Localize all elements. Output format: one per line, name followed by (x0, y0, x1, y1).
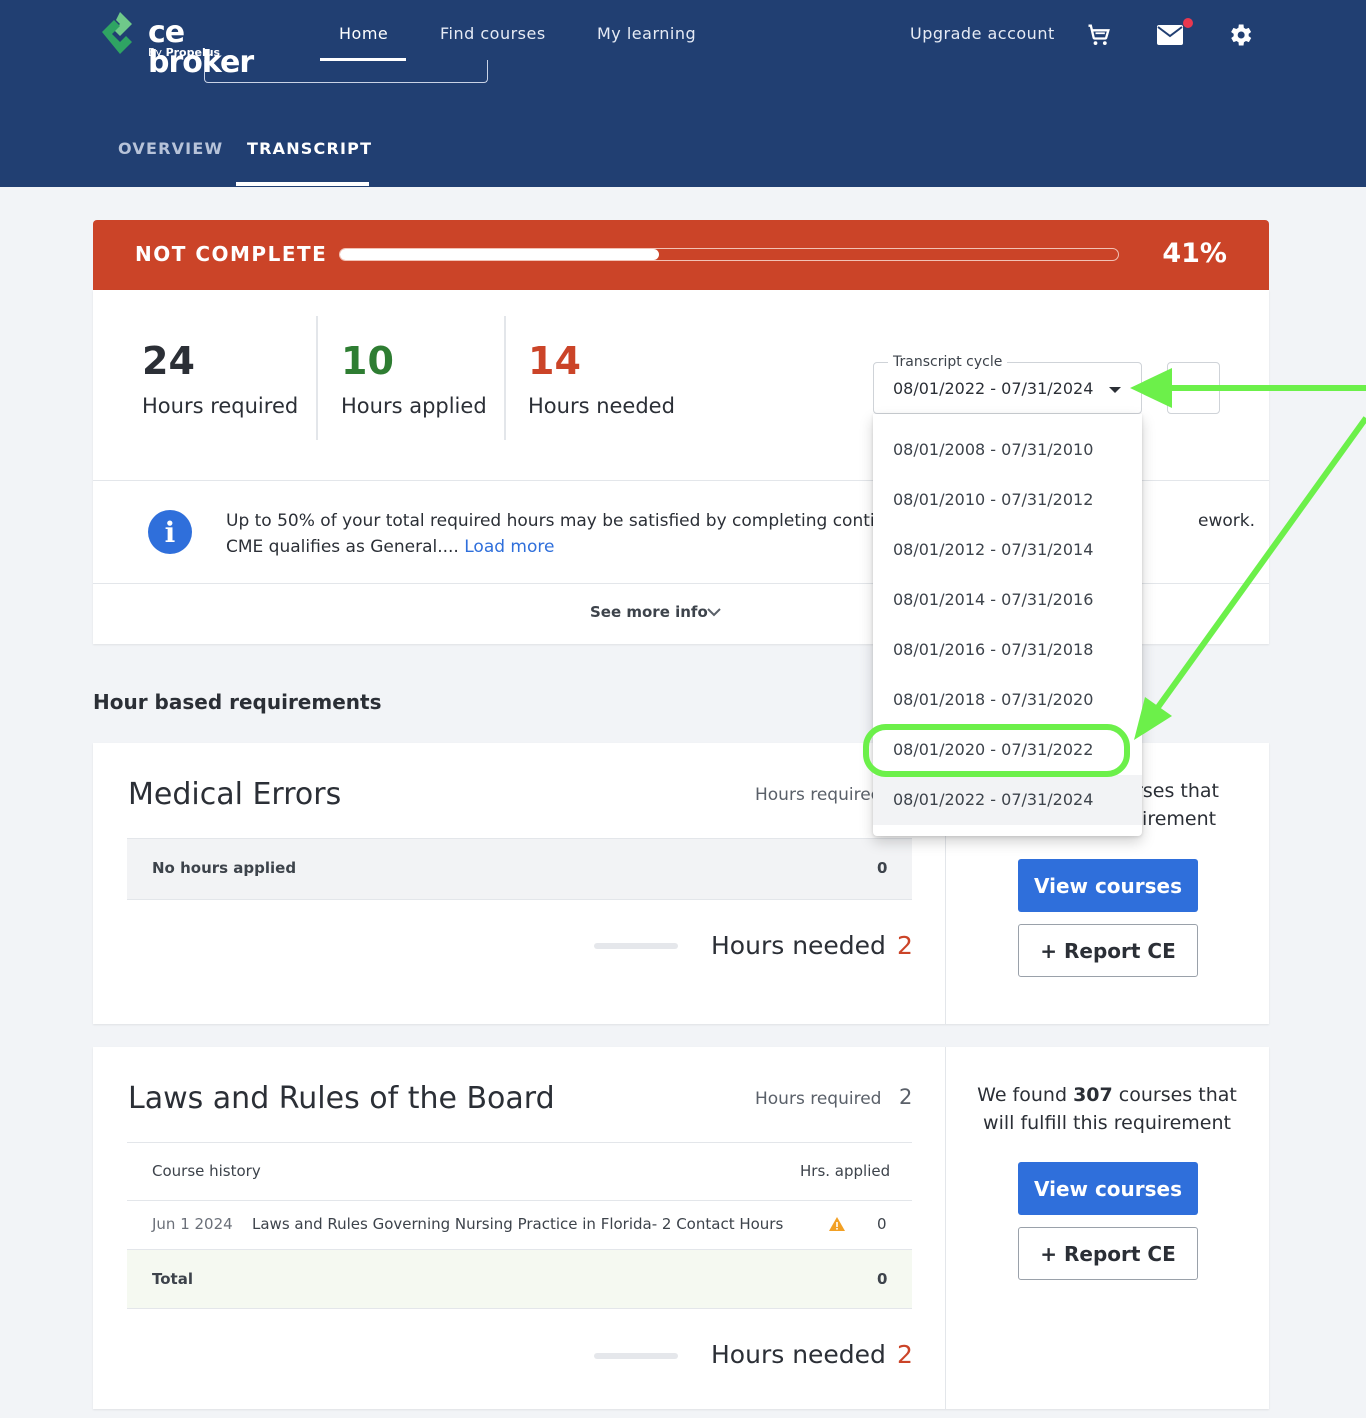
courses-found-line-2: will fulfill this requirement (983, 1112, 1231, 1134)
warning-icon (829, 1217, 845, 1231)
cycle-option[interactable]: 08/01/2010 - 07/31/2012 (873, 475, 1142, 525)
logo-sub-brand: Propelus (165, 46, 221, 59)
total-row: Total 0 (127, 1250, 912, 1308)
logo-sub-by: By (148, 46, 163, 59)
cart-icon[interactable] (1084, 20, 1114, 50)
requirement-card-laws-and-rules: Laws and Rules of the Board Hours requir… (93, 1047, 1269, 1409)
courses-found-count: 307 (1073, 1084, 1113, 1106)
gear-icon[interactable] (1225, 20, 1255, 50)
report-ce-button[interactable]: + Report CE (1018, 1227, 1198, 1280)
info-line-1: Up to 50% of your total required hours m… (226, 511, 908, 531)
transcript-cycle-select[interactable]: Transcript cycle 08/01/2022 - 07/31/2024 (873, 354, 1142, 414)
cycle-option[interactable]: 08/01/2018 - 07/31/2020 (873, 675, 1142, 725)
courses-found-text: We found 307 courses that will fulfill t… (953, 1081, 1261, 1137)
report-ce-button[interactable]: + Report CE (1018, 924, 1198, 977)
hours-required-label: Hours requirec (755, 785, 880, 805)
hours-required-label: Hours required (142, 394, 299, 418)
view-courses-button[interactable]: View courses (1018, 859, 1198, 912)
no-hours-row: No hours applied 0 (127, 839, 912, 899)
stat-divider (316, 316, 318, 440)
caret-down-icon[interactable] (1109, 387, 1121, 393)
hours-applied-stat: 10 Hours applied (341, 342, 487, 418)
stat-divider (504, 316, 506, 440)
status-label: NOT COMPLETE (135, 242, 328, 266)
completion-progress-bar (339, 248, 1119, 261)
cycle-option[interactable]: 08/01/2014 - 07/31/2016 (873, 575, 1142, 625)
info-line-2-text: CME qualifies as General.... (226, 537, 459, 557)
hours-required-label: Hours required (755, 1089, 882, 1109)
view-courses-button[interactable]: View courses (1018, 1162, 1198, 1215)
hours-needed-value: 2 (897, 931, 913, 960)
info-line-1-tail: ework. (1198, 511, 1256, 531)
hours-needed-number: 14 (528, 339, 581, 383)
info-icon: i (148, 510, 192, 554)
more-options-button[interactable] (1167, 362, 1220, 414)
tab-overview[interactable]: OVERVIEW (118, 139, 223, 158)
hours-needed-label: Hours needed (711, 931, 886, 960)
course-history-header: Course history Hrs. applied (127, 1143, 912, 1200)
tab-transcript[interactable]: TRANSCRIPT (247, 139, 372, 158)
hrs-applied-heading: Hrs. applied (800, 1162, 891, 1180)
course-hours: 0 (877, 1215, 887, 1233)
logo-subtitle: By Propelus (148, 46, 220, 59)
nav-my-learning[interactable]: My learning (597, 24, 696, 43)
courses-found-suffix: courses that (1118, 1084, 1237, 1106)
see-more-info-button[interactable]: See more info (590, 603, 708, 621)
logo-mark-icon (102, 12, 132, 54)
requirement-title: Medical Errors (128, 777, 342, 812)
total-value: 0 (877, 1270, 888, 1288)
courses-found-line-1: We found 307 courses that (953, 1081, 1261, 1109)
transcript-cycle-dropdown: 08/01/2008 - 07/31/2010 08/01/2010 - 07/… (873, 414, 1142, 836)
nav-find-courses[interactable]: Find courses (440, 24, 546, 43)
hours-needed-progress (594, 1353, 678, 1359)
mail-icon[interactable] (1155, 20, 1185, 50)
cycle-option[interactable]: 08/01/2008 - 07/31/2010 (873, 425, 1142, 475)
hours-applied-number: 10 (341, 339, 394, 383)
hours-needed-label: Hours needed (528, 394, 675, 418)
notification-dot (1183, 18, 1193, 28)
section-title: Hour based requirements (93, 690, 382, 714)
hours-required-number: 24 (142, 339, 195, 383)
profile-selector-edge[interactable] (204, 60, 488, 83)
table-row[interactable]: Jun 1 2024 Laws and Rules Governing Nurs… (127, 1201, 912, 1249)
row-divider (127, 1308, 912, 1309)
course-history-heading: Course history (152, 1162, 261, 1180)
hours-required-value: 2 (899, 1085, 913, 1109)
hours-needed-value: 2 (897, 1340, 913, 1369)
nav-home[interactable]: Home (339, 24, 388, 43)
cycle-option-2020-2022[interactable]: 08/01/2020 - 07/31/2022 (873, 725, 1142, 775)
card-divider (945, 1047, 946, 1409)
cycle-option[interactable]: 08/01/2016 - 07/31/2018 (873, 625, 1142, 675)
hours-needed-progress (594, 943, 678, 949)
upgrade-account-link[interactable]: Upgrade account (910, 24, 1055, 43)
status-banner: NOT COMPLETE 41% (93, 220, 1269, 290)
total-label: Total (152, 1270, 193, 1288)
cycle-option-selected[interactable]: 08/01/2022 - 07/31/2024 (873, 775, 1142, 825)
load-more-link[interactable]: Load more (464, 537, 554, 557)
top-navigation-bar: ce broker By Propelus Home Find courses … (0, 0, 1366, 187)
no-hours-value: 0 (877, 859, 888, 877)
requirement-title: Laws and Rules of the Board (128, 1081, 555, 1116)
hours-required-stat: 24 Hours required (142, 342, 298, 418)
course-name[interactable]: Laws and Rules Governing Nursing Practic… (252, 1215, 783, 1233)
hours-applied-label: Hours applied (341, 394, 487, 418)
chevron-down-icon[interactable] (707, 607, 721, 617)
hours-needed-label: Hours needed (711, 1340, 886, 1369)
course-date: Jun 1 2024 (152, 1215, 233, 1233)
completion-percent: 41% (1162, 238, 1227, 269)
no-hours-label: No hours applied (152, 859, 297, 877)
cycle-option[interactable]: 08/01/2012 - 07/31/2014 (873, 525, 1142, 575)
transcript-cycle-value: 08/01/2022 - 07/31/2024 (893, 379, 1094, 398)
courses-found-prefix: We found (977, 1084, 1068, 1106)
transcript-cycle-label: Transcript cycle (888, 354, 1008, 370)
row-divider (127, 899, 912, 900)
completion-progress-fill (340, 249, 659, 260)
hours-needed-stat: 14 Hours needed (528, 342, 675, 418)
ce-broker-logo[interactable]: ce broker By Propelus (98, 10, 298, 78)
tab-transcript-underline (236, 182, 369, 186)
